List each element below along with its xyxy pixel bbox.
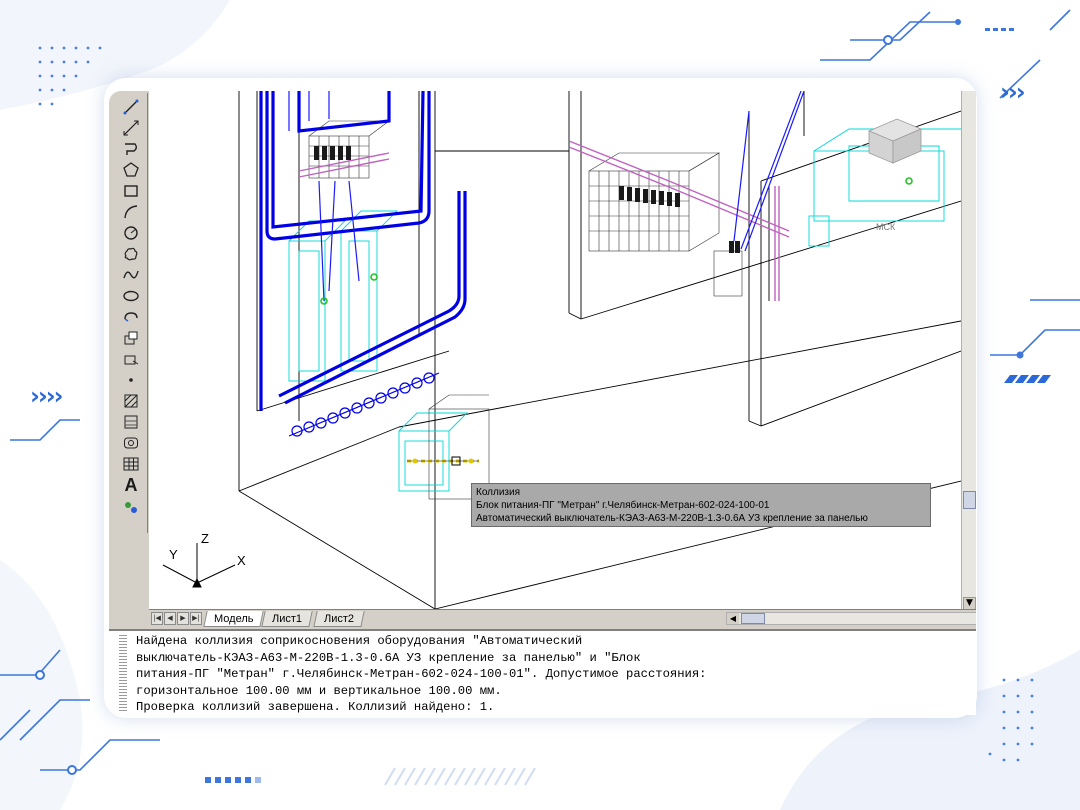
hatch-icon[interactable] bbox=[120, 391, 142, 411]
rectangle-icon[interactable] bbox=[120, 181, 142, 201]
revision-cloud-icon[interactable] bbox=[120, 244, 142, 264]
construction-line-icon[interactable] bbox=[120, 118, 142, 138]
first-tab-button[interactable]: |◀ bbox=[151, 612, 163, 625]
ucs-y-label: Y bbox=[169, 547, 178, 562]
ucs-z-label: Z bbox=[201, 531, 209, 546]
point-icon[interactable] bbox=[120, 370, 142, 390]
vertical-scrollbar[interactable]: ▼ ▶ bbox=[961, 91, 976, 627]
circle-icon[interactable] bbox=[120, 223, 142, 243]
cad-application-window: A Y Z X ▼ |◀ ◀ ▶ ▶| Модель Лист1 Лист2 ◀… bbox=[109, 91, 976, 715]
command-line-1: Найдена коллизия соприкосновения оборудо… bbox=[136, 634, 583, 648]
collision-item-1: Блок питания-ПГ "Метран" г.Челябинск-Мет… bbox=[476, 500, 770, 511]
chevron-decoration-left: ›››› bbox=[30, 382, 64, 410]
command-line-5: Проверка коллизий завершена. Коллизий на… bbox=[136, 700, 495, 715]
line-icon[interactable] bbox=[120, 97, 142, 117]
tab-sheet-2[interactable]: Лист2 bbox=[313, 611, 365, 627]
last-tab-button[interactable]: ▶| bbox=[190, 612, 202, 625]
arc-icon[interactable] bbox=[120, 202, 142, 222]
ucs-x-label: X bbox=[237, 553, 246, 568]
ellipse-arc-icon[interactable] bbox=[120, 307, 142, 327]
table-icon[interactable] bbox=[120, 454, 142, 474]
chevron-decoration-right: ››› bbox=[1000, 78, 1026, 106]
layout-tab-bar: |◀ ◀ ▶ ▶| Модель Лист1 Лист2 ◀ bbox=[149, 609, 976, 628]
collision-item-2: Автоматический выключатель-КЭАЗ-А63-М-22… bbox=[476, 513, 868, 524]
polyline-icon[interactable] bbox=[120, 139, 142, 159]
next-tab-button[interactable]: ▶ bbox=[177, 612, 189, 625]
add-selected-icon[interactable] bbox=[120, 497, 142, 517]
prev-tab-button[interactable]: ◀ bbox=[164, 612, 176, 625]
tab-model[interactable]: Модель bbox=[203, 611, 265, 627]
model-space-viewport[interactable]: Y Z X bbox=[149, 91, 961, 609]
collision-tooltip-title: Коллизия bbox=[476, 487, 521, 498]
command-line-window[interactable]: Найдена коллизия соприкосновения оборудо… bbox=[109, 629, 976, 715]
command-line-3: питания-ПГ "Метран" г.Челябинск-Метран-6… bbox=[136, 667, 707, 682]
tab-sheet-1[interactable]: Лист1 bbox=[261, 611, 313, 627]
command-history: Найдена коллизия соприкосновения оборудо… bbox=[136, 633, 966, 715]
command-line-4: горизонтальное 100.00 мм и вертикальное … bbox=[136, 683, 502, 698]
viewcube-label[interactable]: МСК bbox=[876, 222, 895, 232]
command-line-grip[interactable] bbox=[119, 635, 127, 711]
draw-toolbar: A bbox=[117, 93, 148, 533]
multiline-text-icon[interactable]: A bbox=[120, 475, 142, 495]
gradient-icon[interactable] bbox=[120, 412, 142, 432]
spline-icon[interactable] bbox=[120, 265, 142, 285]
cad-3d-drawing bbox=[162, 91, 961, 609]
horizontal-scroll-thumb[interactable] bbox=[741, 613, 765, 624]
collision-tooltip: Коллизия Блок питания-ПГ "Метран" г.Челя… bbox=[471, 483, 931, 527]
ellipse-icon[interactable] bbox=[120, 286, 142, 306]
scroll-left-button[interactable]: ◀ bbox=[727, 613, 739, 624]
region-icon[interactable] bbox=[120, 433, 142, 453]
insert-block-icon[interactable] bbox=[120, 328, 142, 348]
make-block-icon[interactable] bbox=[120, 349, 142, 369]
vertical-scroll-thumb[interactable] bbox=[963, 491, 976, 509]
horizontal-scrollbar[interactable]: ◀ bbox=[726, 612, 976, 625]
command-line-2: выключатель-КЭАЗ-А63-М-220В-1.3-0.6А УЗ … bbox=[136, 650, 641, 665]
polygon-icon[interactable] bbox=[120, 160, 142, 180]
